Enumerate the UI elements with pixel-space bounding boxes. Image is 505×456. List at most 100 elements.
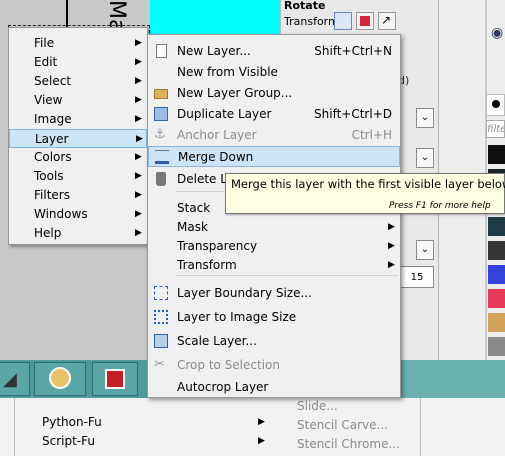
combo-dropdown-2[interactable]: ⌄ [416,148,434,168]
submenu-arrow-icon: ▶ [135,209,142,219]
taskbar-gimp[interactable] [34,362,86,396]
menu-item-label: Duplicate Layer [177,107,272,121]
menu-item-label: Merge Down [178,150,254,164]
tool-options-title: Rotate [284,0,326,12]
menu-item-view[interactable]: View ▶ [9,91,147,110]
menu-item-label: Anchor Layer [177,128,257,142]
menu-item-slide[interactable]: Slide... [297,397,338,416]
menu-item-label: New from Visible [177,65,278,79]
palette-icon [49,367,71,389]
menu-item-label: Help [34,226,62,240]
menu-item-filters[interactable]: Filters ▶ [9,186,147,205]
combo-dropdown-3[interactable]: ⌄ [416,240,434,260]
menu-item-windows[interactable]: Windows ▶ [9,205,147,224]
menu-item-label: Transparency [177,239,258,253]
image-size-icon [154,310,168,324]
eye-icon[interactable]: ◉ [491,25,503,41]
chevron-down-icon: ⌄ [420,244,430,255]
palette-swatch[interactable] [488,145,505,164]
menu-item-layer[interactable]: Layer ▶ [9,129,147,148]
menu-item-label: Tools [34,169,64,183]
menu-item-label: Autocrop Layer [177,380,269,394]
menu-item-merge-down[interactable]: Merge Down [148,146,400,167]
menu-item-help[interactable]: Help ▶ [9,224,147,243]
menu-item-autocrop-layer[interactable]: Autocrop Layer [148,377,400,398]
menu-item-label: Image [34,112,72,126]
spin-value-field[interactable]: 15 [400,266,434,288]
menu-item-label: Mask [177,220,208,234]
palette-swatch[interactable] [488,241,505,260]
taskbar-tray [400,360,505,398]
menu-item-tools[interactable]: Tools ▶ [9,167,147,186]
menu-item-label: New Layer... [177,44,251,58]
palette-swatch[interactable] [488,217,505,236]
menu-item-crop-to-selection: ✂ Crop to Selection [148,355,400,376]
menu-item-label: Filters [34,188,70,202]
taskbar-app-3[interactable] [92,362,138,396]
menu-item-label: Transform [177,258,237,272]
submenu-arrow-icon: ▶ [258,417,265,427]
menu-item-label: Windows [34,207,88,221]
trash-icon [156,172,166,186]
menu-item-layer-to-image-size[interactable]: Layer to Image Size [148,307,400,328]
submenu-arrow-icon: ▶ [135,95,142,105]
brush-filter-input[interactable]: filte [486,120,505,138]
merge-down-icon [155,150,169,164]
chevron-down-icon: ⌄ [420,152,430,163]
menu-item-stencil-carve[interactable]: Stencil Carve... [297,416,388,435]
duplicate-icon [154,107,168,121]
folder-icon [154,89,168,99]
app-tile-icon [105,369,125,389]
palette-swatch[interactable] [488,265,505,284]
submenu-arrow-icon: ▶ [136,134,143,144]
canvas-text-fragment-a: o [0,0,2,9]
menu-item-scale-layer[interactable]: Scale Layer... [148,331,400,352]
palette-swatch[interactable] [488,313,505,332]
anchor-icon: ⚓ [154,127,166,142]
taskbar-app-1[interactable]: ◢ [0,362,30,396]
combo-dropdown-1[interactable]: ⌄ [416,108,434,128]
menu-item-stencil-chrome[interactable]: Stencil Chrome... [297,435,400,454]
menu-item-new-layer[interactable]: New Layer... Shift+Ctrl+N [148,41,400,62]
menu-item-layer-boundary-size[interactable]: Layer Boundary Size... [148,283,400,304]
menu-item-shortcut: Ctrl+H [351,128,392,142]
menu-item-python-fu[interactable]: Python-Fu [42,413,102,432]
submenu-arrow-icon: ▶ [258,436,265,446]
menu-separator [176,275,398,276]
scale-icon [154,334,168,348]
submenu-arrow-icon: ▶ [388,222,395,232]
menu-item-mask[interactable]: Mask ▶ [148,217,400,238]
brush-dot-icon [492,100,500,108]
menu-item-new-from-visible[interactable]: New from Visible [148,62,400,83]
menu-item-edit[interactable]: Edit ▶ [9,53,147,72]
palette-swatch[interactable] [488,289,505,308]
menu-item-select[interactable]: Select ▶ [9,72,147,91]
menu-item-label: New Layer Group... [177,86,293,100]
menu-item-label: File [34,36,55,50]
transform-path-button[interactable]: ↗ [378,12,396,30]
tooltip-help-hint: Press F1 for more help [389,201,491,211]
menu-item-anchor-layer: ⚓ Anchor Layer Ctrl+H [148,125,400,146]
menu-item-colors[interactable]: Colors ▶ [9,148,147,167]
transform-selection-button[interactable] [356,12,374,30]
boundary-icon [154,286,168,300]
menu-item-duplicate-layer[interactable]: Duplicate Layer Shift+Ctrl+D [148,104,400,125]
tooltip-text: Merge this layer with the first visible … [231,177,505,191]
menu-item-label: Layer [35,132,69,146]
menu-item-label: View [34,93,63,107]
menu-item-label: Crop to Selection [177,358,280,372]
menu-item-label: Scale Layer... [177,334,257,348]
menu-item-script-fu[interactable]: Script-Fu [42,432,95,451]
menu-item-new-layer-group[interactable]: New Layer Group... [148,83,400,104]
transform-layer-button[interactable] [334,12,352,30]
menu-item-file[interactable]: File ▶ [9,34,147,53]
submenu-arrow-icon: ▶ [135,190,142,200]
menu-item-transform[interactable]: Transform ▶ [148,255,400,276]
menu-item-image[interactable]: Image ▶ [9,110,147,129]
menu-item-transparency[interactable]: Transparency ▶ [148,236,400,257]
app-icon: ◢ [3,369,17,390]
submenu-arrow-icon: ▶ [135,171,142,181]
palette-swatch[interactable] [488,337,505,356]
menu-item-label: Stack [177,201,211,215]
menu-item-shortcut: Shift+Ctrl+D [314,107,392,121]
